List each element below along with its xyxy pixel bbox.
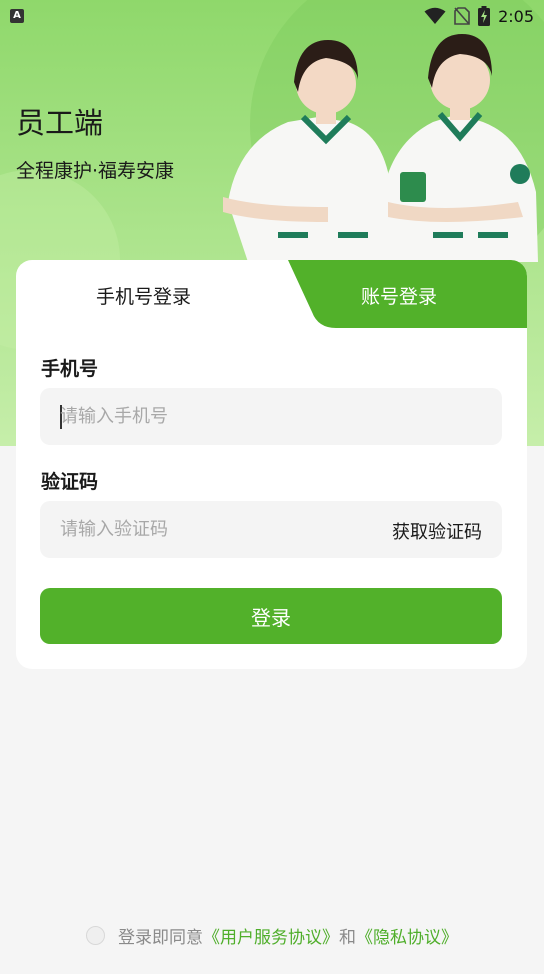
- login-button[interactable]: 登录: [40, 588, 502, 644]
- get-code-button[interactable]: 获取验证码: [392, 518, 482, 544]
- agreement-and: 和: [339, 927, 356, 948]
- agreement-prefix: 登录即同意: [118, 927, 203, 948]
- tab-phone-login[interactable]: 手机号登录: [96, 282, 191, 309]
- code-label: 验证码: [41, 471, 99, 493]
- tab-account-login[interactable]: 账号登录: [361, 282, 437, 309]
- agreement-row: 登录即同意 《用户服务协议》 和 《隐私协议》: [0, 922, 544, 948]
- code-input[interactable]: [60, 519, 360, 540]
- page-title: 员工端: [16, 106, 104, 140]
- phone-label: 手机号: [41, 358, 99, 380]
- staff-illustration: [223, 34, 538, 262]
- tab-account-background: [288, 260, 527, 328]
- phone-input[interactable]: [60, 406, 360, 427]
- phone-field[interactable]: [40, 388, 502, 445]
- login-tabs: 手机号登录 账号登录: [16, 260, 527, 328]
- agreement-checkbox[interactable]: [86, 925, 105, 945]
- user-agreement-link[interactable]: 《用户服务协议》: [203, 923, 339, 948]
- notification-icon: A: [10, 9, 24, 23]
- code-field[interactable]: 获取验证码: [40, 501, 502, 558]
- login-card: 手机号登录 账号登录 手机号 验证码 获取验证码 登录: [16, 260, 527, 669]
- privacy-agreement-link[interactable]: 《隐私协议》: [356, 923, 458, 948]
- page-subtitle: 全程康护·福寿安康: [16, 160, 175, 182]
